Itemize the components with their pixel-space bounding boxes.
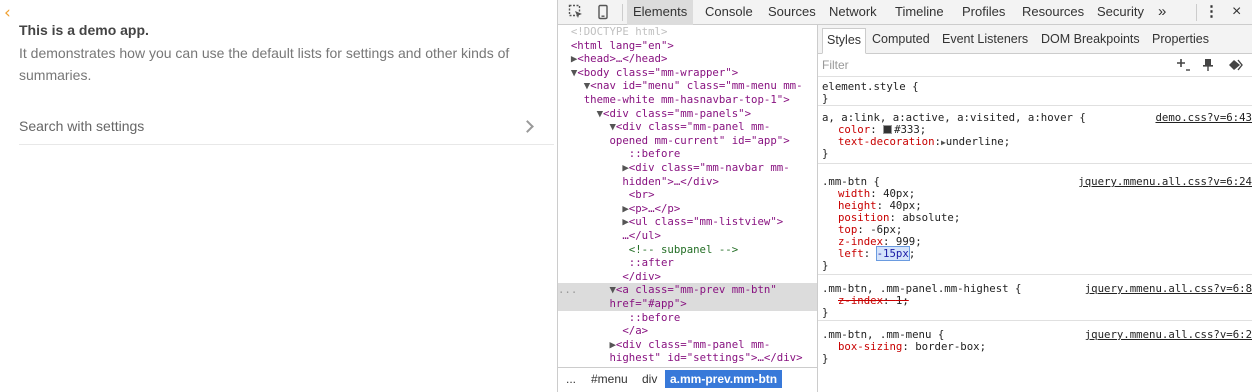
rule-source-link[interactable]: jquery.mmenu.all.css?v=6:24 <box>1078 175 1252 188</box>
property-value-editor[interactable]: -15px <box>875 246 910 261</box>
dom-line[interactable]: <!-- subpanel --> <box>558 243 817 257</box>
pin-icon[interactable] <box>1200 57 1216 73</box>
dom-line[interactable]: ▶<head>…</head> <box>558 52 817 66</box>
tab-profiles[interactable]: Profiles <box>962 0 1005 25</box>
rule-close: } <box>822 92 829 105</box>
element-classes-icon[interactable] <box>1226 57 1244 73</box>
styles-filter-bar <box>818 54 1252 77</box>
breadcrumb-item[interactable]: #menu <box>586 370 633 388</box>
rule-source-link[interactable]: demo.css?v=6:43 <box>1155 111 1252 124</box>
more-tabs-icon[interactable]: » <box>1158 0 1166 25</box>
style-property[interactable]: text-decoration:▶underline; <box>838 135 1010 149</box>
rule-source-link[interactable]: jquery.mmenu.all.css?v=6:8 <box>1085 282 1252 295</box>
sidebar-tab-bar: Styles Computed Event Listeners DOM Brea… <box>818 25 1252 54</box>
tab-console[interactable]: Console <box>705 0 753 25</box>
dom-line[interactable]: theme-white mm-hasnavbar-top-1"> <box>558 93 817 107</box>
tab-computed[interactable]: Computed <box>868 28 934 50</box>
tab-network[interactable]: Network <box>829 0 877 25</box>
dom-line[interactable]: ▶<ul class="mm-listview"> <box>558 215 817 229</box>
devtools-panel: Elements Console Sources Network Timelin… <box>557 0 1252 392</box>
rule-selector: element.style { <box>822 80 919 93</box>
style-rule[interactable]: .mm-btn, .mm-menu { jquery.mmenu.all.css… <box>818 321 1252 367</box>
app-title: This is a demo app. <box>19 22 149 38</box>
tab-sources[interactable]: Sources <box>768 0 816 25</box>
dom-line[interactable]: <br> <box>558 188 817 202</box>
breadcrumb: ... #menu div a.mm-prev.mm-btn <box>558 367 817 392</box>
dom-line[interactable]: <html lang="en"> <box>558 39 817 53</box>
dom-line[interactable]: ▼<div class="mm-panel mm- <box>558 120 817 134</box>
tab-security[interactable]: Security <box>1097 0 1144 25</box>
dom-line[interactable]: ▶<div class="mm-navbar mm- <box>558 161 817 175</box>
dom-line[interactable]: …</ul> <box>558 229 817 243</box>
styles-filter-input[interactable] <box>822 56 1162 74</box>
style-property[interactable]: box-sizing: border-box; <box>838 340 986 353</box>
breadcrumb-item[interactable]: div <box>637 370 662 388</box>
dom-line[interactable]: ▶<p>…</p> <box>558 202 817 216</box>
style-rule-element[interactable]: element.style { } <box>818 78 1252 106</box>
inspect-element-icon[interactable] <box>568 4 584 20</box>
styles-sidebar: Styles Computed Event Listeners DOM Brea… <box>817 25 1252 392</box>
style-property-overridden[interactable]: z-index: 1; <box>838 294 909 307</box>
style-rule[interactable]: .mm-btn, .mm-panel.mm-highest { jquery.m… <box>818 275 1252 321</box>
tab-timeline[interactable]: Timeline <box>895 0 944 25</box>
dom-line[interactable]: ▼<nav id="menu" class="mm-menu mm- <box>558 79 817 93</box>
dom-line[interactable]: ▼<div class="mm-panels"> <box>558 107 817 121</box>
close-devtools-icon[interactable]: × <box>1232 0 1241 25</box>
color-swatch-icon[interactable] <box>883 125 893 134</box>
breadcrumb-item-active[interactable]: a.mm-prev.mm-btn <box>665 370 783 388</box>
breadcrumb-item[interactable]: ... <box>561 370 581 388</box>
tab-properties[interactable]: Properties <box>1148 28 1213 50</box>
dom-line-selected[interactable]: ... ▼<a class="mm-prev mm-btn" <box>558 283 817 297</box>
dom-line[interactable]: ::before <box>558 311 817 325</box>
style-rule[interactable]: .mm-btn { jquery.mmenu.all.css?v=6:24 wi… <box>818 164 1252 275</box>
rule-close: } <box>822 147 829 160</box>
dom-line[interactable]: <!DOCTYPE html> <box>558 25 817 39</box>
new-style-rule-icon[interactable] <box>1174 57 1192 73</box>
rule-close: } <box>822 352 829 365</box>
style-rule[interactable]: a, a:link, a:active, a:visited, a:hover … <box>818 106 1252 164</box>
search-with-settings-item[interactable]: Search with settings <box>19 108 554 145</box>
list-item-label: Search with settings <box>19 118 145 134</box>
tab-elements[interactable]: Elements <box>627 0 694 25</box>
demo-app-panel: ‹ This is a demo app. It demonstrates ho… <box>0 0 557 392</box>
back-icon[interactable]: ‹ <box>4 3 11 23</box>
dom-line[interactable]: </a> <box>558 324 817 338</box>
dom-line[interactable]: ▼<body class="mm-wrapper"> <box>558 66 817 80</box>
device-mode-icon[interactable] <box>595 4 611 20</box>
dom-line[interactable]: hidden">…</div> <box>558 175 817 189</box>
rule-source-link[interactable]: jquery.mmenu.all.css?v=6:2 <box>1085 328 1252 341</box>
tab-resources[interactable]: Resources <box>1022 0 1084 25</box>
dom-line[interactable]: highest" id="settings">…</div> <box>558 351 817 365</box>
dom-line[interactable]: opened mm-current" id="app"> <box>558 134 817 148</box>
devtools-tab-bar: Elements Console Sources Network Timelin… <box>558 0 1252 25</box>
tab-event-listeners[interactable]: Event Listeners <box>938 28 1032 50</box>
rule-close: } <box>822 306 829 319</box>
tab-dom-breakpoints[interactable]: DOM Breakpoints <box>1037 28 1144 50</box>
dom-line[interactable]: ::before <box>558 147 817 161</box>
dom-tree[interactable]: <!DOCTYPE html> <html lang="en"> ▶<head>… <box>558 25 817 367</box>
app-description: It demonstrates how you can use the defa… <box>19 45 510 83</box>
style-property-editing[interactable]: left: -15px; <box>838 246 915 261</box>
tab-styles[interactable]: Styles <box>822 28 867 54</box>
dom-line[interactable]: ::after <box>558 256 817 270</box>
customize-menu-icon[interactable]: ⋮ <box>1204 0 1219 25</box>
rule-close: } <box>822 259 829 272</box>
dom-line-selected[interactable]: href="#app"> <box>558 297 817 311</box>
dom-line[interactable]: </div> <box>558 270 817 284</box>
chevron-right-icon <box>521 120 534 133</box>
dom-line[interactable]: ▶<div class="mm-panel mm- <box>558 338 817 352</box>
